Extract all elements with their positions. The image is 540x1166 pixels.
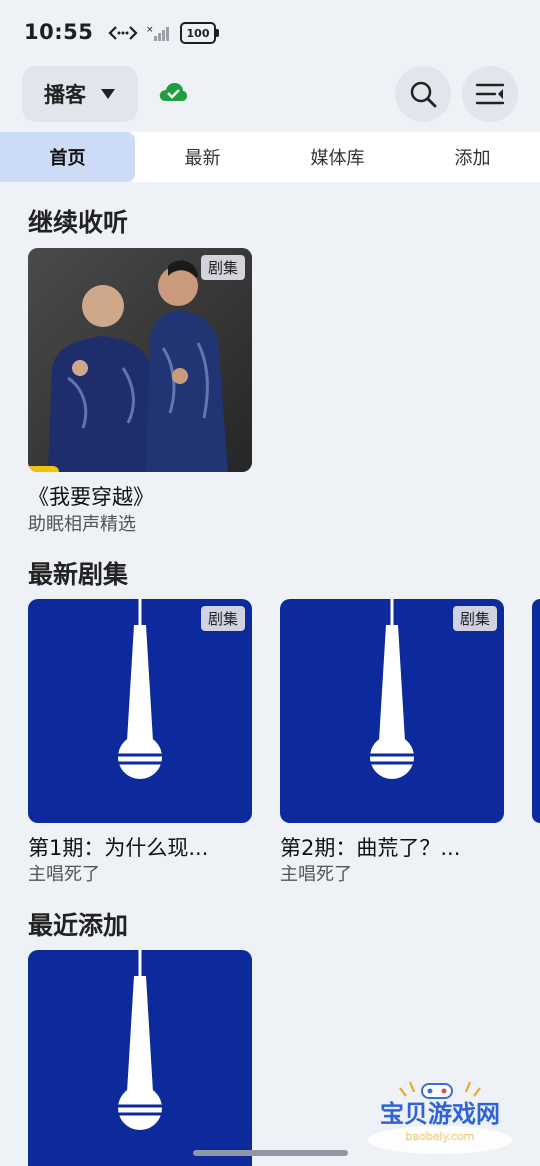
podcast-cover-image xyxy=(28,248,252,472)
continue-item-title[interactable]: 《我要穿越》 xyxy=(28,481,254,511)
menu-collapse-icon xyxy=(475,83,505,105)
menu-button[interactable] xyxy=(462,66,518,122)
watermark-text: 宝贝游戏网 xyxy=(380,1100,500,1128)
latest-episode-title[interactable]: 第1期：为什么现... xyxy=(28,832,254,862)
episode-badge: 剧集 xyxy=(200,606,245,631)
continue-item-subtitle: 助眠相声精选 xyxy=(28,514,136,535)
latest-episode-subtitle: 主唱死了 xyxy=(28,864,100,885)
watermark-logo: 宝贝游戏网 baobeiy.com xyxy=(368,1081,512,1154)
episode-badge: 剧集 xyxy=(200,255,245,280)
watermark-url: baobeiy.com xyxy=(405,1130,474,1143)
episode-badge: 剧集 xyxy=(452,606,497,631)
data-transfer-icon xyxy=(108,26,138,40)
source-dropdown-button[interactable]: 播客 xyxy=(22,66,138,122)
signal-icon: × xyxy=(146,25,169,41)
listen-progress-bar xyxy=(28,466,60,472)
latest-episode-card[interactable]: 剧集 xyxy=(280,599,504,823)
tab-library[interactable]: 媒体库 xyxy=(270,132,405,182)
battery-indicator: 100 xyxy=(180,22,219,44)
tab-latest[interactable]: 最新 xyxy=(135,132,270,182)
section-title-recent: 最近添加 xyxy=(28,911,129,940)
search-button[interactable] xyxy=(395,66,451,122)
tab-add[interactable]: 添加 xyxy=(405,132,540,182)
search-icon xyxy=(410,81,437,108)
microphone-icon xyxy=(116,950,164,1130)
section-title-continue: 继续收听 xyxy=(28,208,129,237)
dropdown-arrow-icon xyxy=(101,89,115,99)
home-indicator[interactable] xyxy=(193,1150,348,1156)
tab-bar: 首页 最新 媒体库 添加 xyxy=(0,132,540,182)
latest-episode-card[interactable]: 剧集 xyxy=(28,599,252,823)
latest-episode-card-partial[interactable] xyxy=(532,599,540,823)
status-time: 10:55 xyxy=(24,20,94,44)
microphone-icon xyxy=(368,599,416,779)
tab-home[interactable]: 首页 xyxy=(0,132,135,182)
cloud-synced-icon[interactable] xyxy=(158,80,188,104)
latest-episode-title[interactable]: 第2期：曲荒了？... xyxy=(280,832,508,862)
app-bar: 播客 xyxy=(0,64,540,124)
source-label: 播客 xyxy=(44,83,86,107)
microphone-icon xyxy=(116,599,164,779)
continue-item-card[interactable]: 剧集 xyxy=(28,248,252,472)
section-title-latest: 最新剧集 xyxy=(28,560,129,589)
recent-podcast-card[interactable] xyxy=(28,950,252,1166)
latest-episode-subtitle: 主唱死了 xyxy=(280,864,352,885)
svg-text:×: × xyxy=(146,25,154,35)
status-bar: 10:55 × 100 xyxy=(0,0,540,66)
